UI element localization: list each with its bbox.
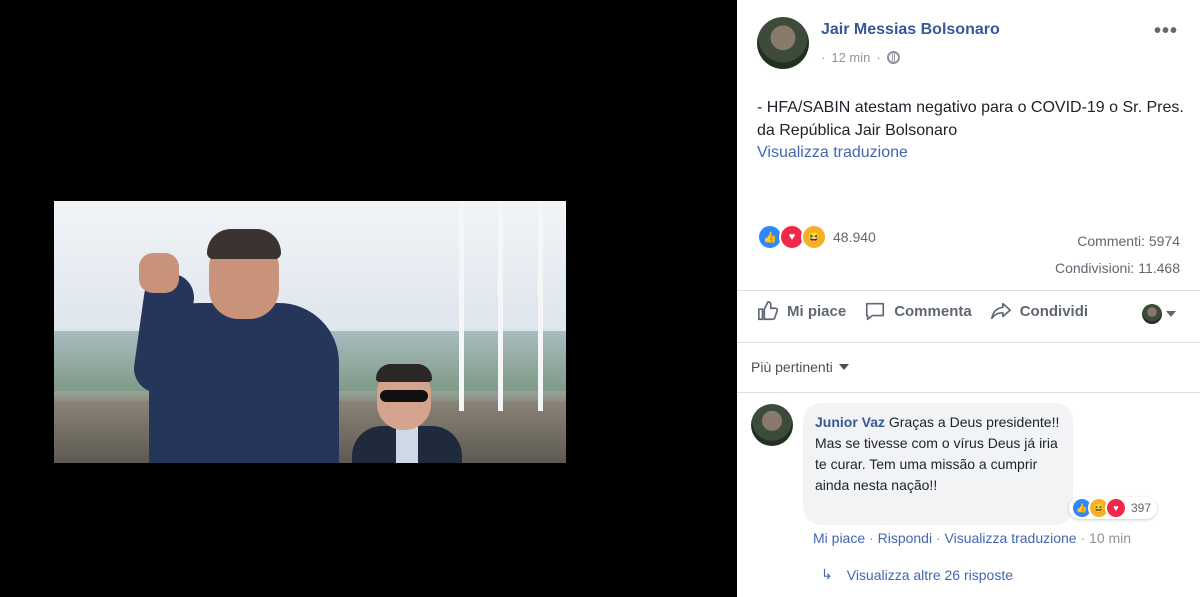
post-text: - HFA/SABIN atestam negativo para o COVI… — [757, 99, 1184, 139]
comment-bubble: Junior Vaz Graças a Deus presidente!! Ma… — [803, 403, 1157, 525]
post-meta: · 12 min · — [821, 50, 900, 65]
reactions-summary[interactable]: 👍 ♥ 😆 48.940 — [757, 224, 876, 250]
separator-dot: · — [869, 530, 878, 546]
reply-arrow-icon: ↳ — [821, 566, 833, 582]
divider — [737, 290, 1200, 291]
comment-reactions-count: 397 — [1130, 501, 1151, 515]
separator-dot: · — [1080, 530, 1090, 546]
post-time[interactable]: 12 min — [831, 50, 870, 65]
separator-dot: · — [935, 530, 945, 546]
see-translation-link[interactable]: Visualizza traduzione — [757, 144, 908, 162]
like-button[interactable]: Mi piace — [757, 300, 846, 322]
photo-person-guard — [352, 364, 462, 463]
globe-icon[interactable] — [886, 51, 900, 64]
comment-actions: Mi piace · Rispondi · Visualizza traduzi… — [813, 530, 1131, 546]
love-reaction-icon: ♥ — [1104, 497, 1127, 519]
comment-sort-dropdown[interactable]: Più pertinenti — [751, 359, 849, 375]
comment-translate-link[interactable]: Visualizza traduzione — [945, 530, 1077, 546]
divider — [737, 392, 1200, 393]
commenter-avatar[interactable] — [751, 404, 793, 446]
reactions-count[interactable]: 48.940 — [833, 229, 876, 245]
photo-person-main — [130, 229, 349, 463]
comment-icon — [866, 302, 885, 321]
post-photo[interactable] — [54, 201, 566, 463]
author-name[interactable]: Jair Messias Bolsonaro — [821, 21, 1000, 39]
comment-reactions[interactable]: 👍 😆 ♥ 397 — [1068, 497, 1157, 519]
chevron-down-icon — [1166, 311, 1176, 317]
thumbs-up-icon — [758, 301, 779, 321]
comment-time[interactable]: 10 min — [1089, 530, 1131, 546]
middle-dot: · — [821, 50, 826, 65]
ellipsis-icon[interactable]: ••• — [1154, 20, 1178, 43]
commenter-name[interactable]: Junior Vaz — [815, 414, 885, 430]
share-as-selector[interactable] — [1142, 304, 1176, 324]
share-icon — [990, 302, 1011, 320]
comment-body: Junior Vaz Graças a Deus presidente!! Ma… — [815, 412, 1065, 496]
comment-like-link[interactable]: Mi piace — [813, 530, 865, 546]
sort-label: Più pertinenti — [751, 359, 833, 375]
like-label: Mi piace — [787, 302, 847, 320]
comment-reply-link[interactable]: Rispondi — [878, 530, 932, 546]
chevron-down-icon — [838, 364, 849, 370]
post-panel: Jair Messias Bolsonaro · 12 min · ••• - … — [737, 0, 1200, 597]
comment-label: Commenta — [894, 302, 972, 320]
share-button[interactable]: Condividi — [990, 300, 1088, 322]
action-bar: Mi piace Commenta Condividi — [757, 300, 1180, 322]
comment-button[interactable]: Commenta — [864, 300, 972, 322]
haha-reaction-icon: 😆 — [801, 224, 827, 250]
divider — [737, 342, 1200, 343]
media-viewer — [0, 0, 737, 597]
author-avatar[interactable] — [757, 17, 809, 69]
shares-count[interactable]: Condivisioni: 11.468 — [1055, 255, 1180, 282]
photo-flagpole — [498, 201, 503, 411]
comments-count[interactable]: Commenti: 5974 — [1055, 228, 1180, 255]
view-more-replies[interactable]: ↳ Visualizza altre 26 risposte — [821, 566, 1013, 583]
engagement-counts: Commenti: 5974 Condivisioni: 11.468 — [1055, 228, 1180, 282]
photo-flagpole — [538, 201, 543, 411]
user-avatar — [1142, 304, 1162, 324]
view-replies-label: Visualizza altre 26 risposte — [846, 566, 1014, 583]
share-label: Condividi — [1019, 302, 1089, 320]
separator-dot: · — [876, 50, 881, 65]
